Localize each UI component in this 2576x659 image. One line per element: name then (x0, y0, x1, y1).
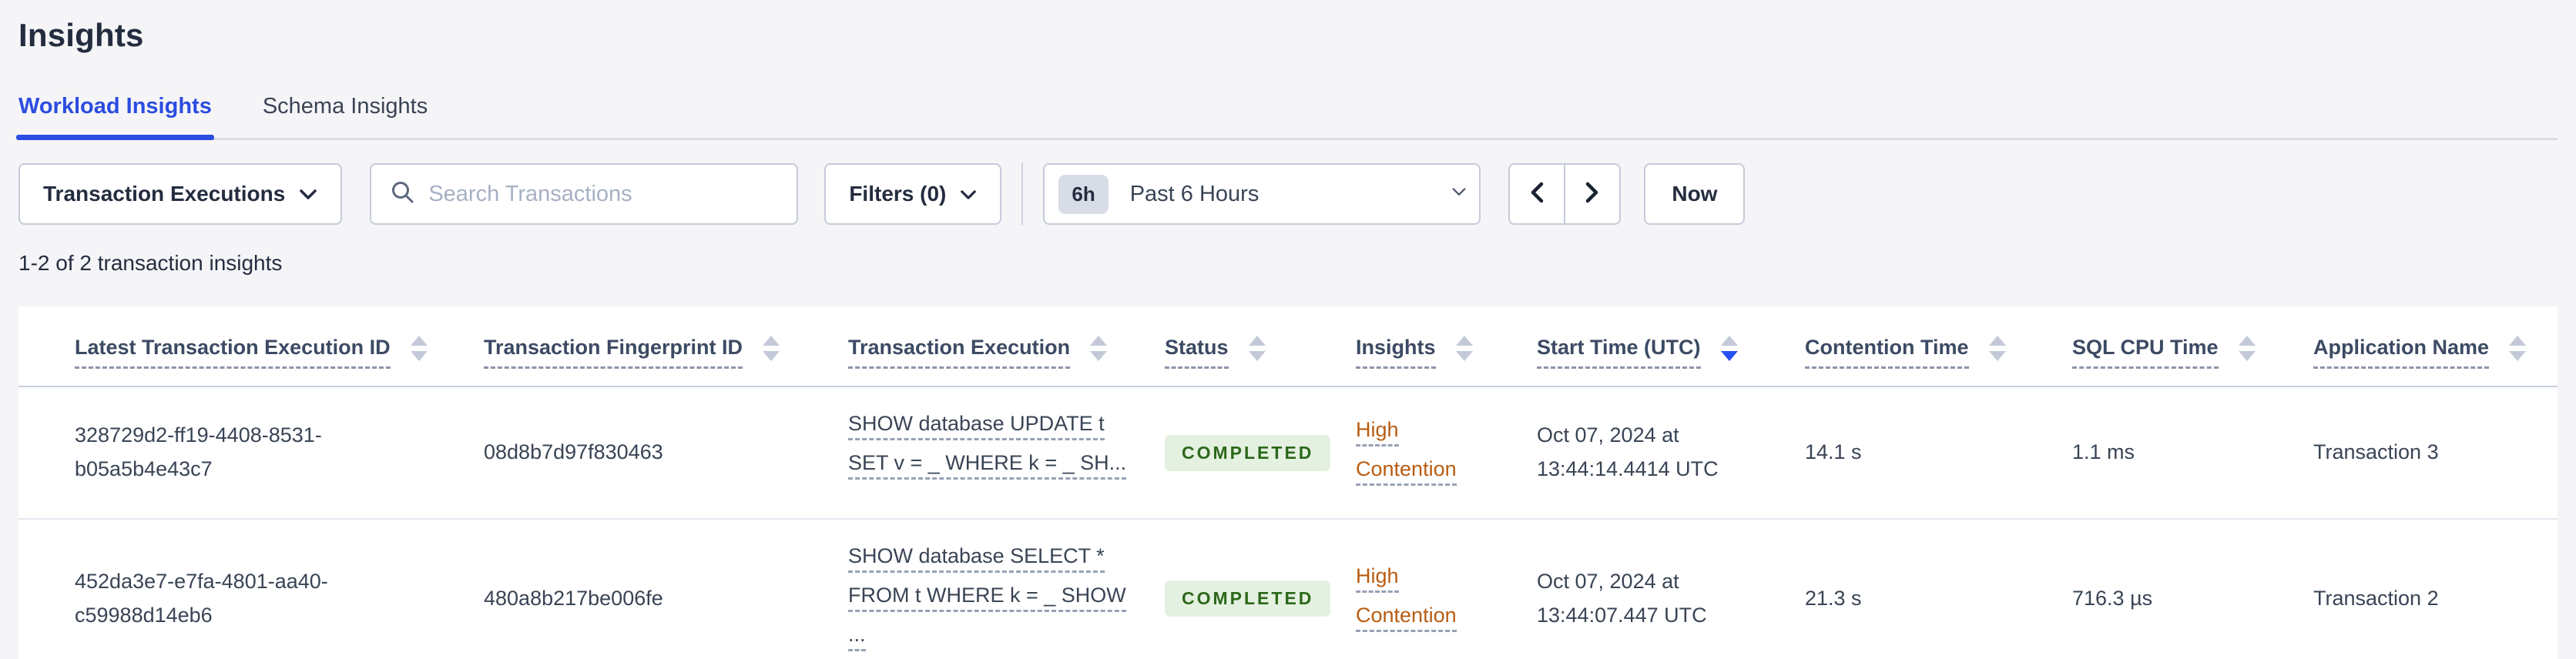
chevron-down-icon (1451, 187, 1467, 201)
sort-icon[interactable] (1455, 336, 1473, 362)
sort-icon[interactable] (2238, 336, 2256, 362)
column-header-label[interactable]: Application Name (2313, 336, 2490, 369)
chevron-down-icon (960, 182, 977, 206)
toolbar: Transaction Executions Filters (0) 6h Pa… (18, 163, 2558, 225)
transaction-fingerprint-id-cell: 08d8b7d97f830463 (484, 386, 848, 520)
page-title: Insights (18, 17, 144, 53)
time-range-picker[interactable]: 6h Past 6 Hours (1043, 163, 1481, 225)
tab-schema-insights-label: Schema Insights (262, 94, 428, 119)
sort-icon[interactable] (2509, 336, 2527, 362)
table-row: 452da3e7-e7fa-4801-aa40-c59988d14eb6 480… (18, 519, 2558, 659)
sort-icon[interactable] (1720, 336, 1738, 362)
status-badge: COMPLETED (1165, 580, 1331, 617)
transaction-fingerprint-id-cell: 480a8b217be006fe (484, 519, 848, 659)
status-badge: COMPLETED (1165, 434, 1331, 471)
insight-link[interactable]: High Contention (1356, 565, 1506, 632)
sort-icon[interactable] (1248, 336, 1266, 362)
time-range-label: Past 6 Hours (1129, 181, 1259, 206)
column-header-transaction-fingerprint-id: Transaction Fingerprint ID (484, 306, 848, 387)
toolbar-divider (1021, 163, 1024, 225)
start-time-cell: Oct 07, 2024 at 13:44:14.4414 UTC (1537, 386, 1805, 520)
search-box[interactable] (370, 163, 799, 225)
contention-time-cell: 14.1 s (1805, 386, 2072, 520)
column-header-insights: Insights (1356, 306, 1537, 387)
transaction-execution-cell: SHOW database SELECT * FROM t WHERE k = … (848, 519, 1165, 659)
filters-dropdown[interactable]: Filters (0) (824, 163, 1002, 225)
status-cell: COMPLETED (1165, 386, 1356, 520)
column-header-sql-cpu-time: SQL CPU Time (2072, 306, 2313, 387)
sort-icon[interactable] (1988, 336, 2006, 362)
sort-icon[interactable] (410, 336, 428, 362)
contention-time-cell: 21.3 s (1805, 519, 2072, 659)
transaction-execution-link[interactable]: SHOW database UPDATE t SET v = _ WHERE k… (848, 413, 1134, 480)
search-icon (390, 179, 416, 209)
column-header-label[interactable]: Insights (1356, 336, 1436, 369)
execution-type-dropdown-label: Transaction Executions (43, 182, 286, 206)
application-name-cell: Transaction 2 (2313, 519, 2558, 659)
insights-table-card: Latest Transaction Execution ID Transact… (18, 306, 2558, 659)
application-name-cell: Transaction 3 (2313, 386, 2558, 520)
tab-schema-insights[interactable]: Schema Insights (263, 94, 428, 138)
column-header-label[interactable]: Transaction Fingerprint ID (484, 336, 743, 369)
insight-link[interactable]: High Contention (1356, 420, 1506, 486)
transaction-execution-cell: SHOW database UPDATE t SET v = _ WHERE k… (848, 386, 1165, 520)
now-button-label: Now (1672, 182, 1718, 206)
column-header-latest-transaction-execution-id: Latest Transaction Execution ID (18, 306, 484, 387)
filters-dropdown-label: Filters (0) (849, 182, 947, 206)
transaction-execution-link[interactable]: SHOW database SELECT * FROM t WHERE k = … (848, 546, 1134, 651)
column-header-label[interactable]: Contention Time (1805, 336, 1969, 369)
insights-table: Latest Transaction Execution ID Transact… (18, 306, 2558, 659)
sort-icon[interactable] (763, 336, 780, 362)
table-header-row: Latest Transaction Execution ID Transact… (18, 306, 2558, 387)
previous-time-range-button[interactable] (1508, 163, 1566, 225)
chevron-down-icon (299, 182, 317, 206)
results-summary: 1-2 of 2 transaction insights (18, 251, 283, 275)
column-header-application-name: Application Name (2313, 306, 2558, 387)
search-input[interactable] (428, 181, 779, 207)
latest-transaction-execution-id-cell: 452da3e7-e7fa-4801-aa40-c59988d14eb6 (18, 519, 484, 659)
execution-type-dropdown[interactable]: Transaction Executions (18, 163, 343, 225)
sql-cpu-time-cell: 1.1 ms (2072, 386, 2313, 520)
column-header-transaction-execution: Transaction Execution (848, 306, 1165, 387)
column-header-label[interactable]: Latest Transaction Execution ID (75, 336, 391, 369)
table-row: 328729d2-ff19-4408-8531-b05a5b4e43c7 08d… (18, 386, 2558, 520)
status-cell: COMPLETED (1165, 519, 1356, 659)
column-header-label[interactable]: Status (1165, 336, 1229, 369)
tab-workload-insights[interactable]: Workload Insights (16, 94, 214, 140)
sort-icon[interactable] (1090, 336, 1108, 362)
start-time-cell: Oct 07, 2024 at 13:44:07.447 UTC (1537, 519, 1805, 659)
next-time-range-button[interactable] (1564, 163, 1622, 225)
insights-cell: High Contention (1356, 519, 1537, 659)
sql-cpu-time-cell: 716.3 µs (2072, 519, 2313, 659)
latest-transaction-execution-id-cell: 328729d2-ff19-4408-8531-b05a5b4e43c7 (18, 386, 484, 520)
insights-cell: High Contention (1356, 386, 1537, 520)
column-header-start-time-utc: Start Time (UTC) (1537, 306, 1805, 387)
time-nav-group (1508, 163, 1622, 225)
now-button[interactable]: Now (1644, 163, 1746, 225)
chevron-right-icon (1585, 182, 1599, 207)
time-range-badge: 6h (1058, 174, 1109, 214)
column-header-label[interactable]: Start Time (UTC) (1537, 336, 1701, 369)
tab-workload-insights-label: Workload Insights (18, 94, 212, 119)
column-header-contention-time: Contention Time (1805, 306, 2072, 387)
chevron-left-icon (1530, 182, 1544, 207)
tab-bar: Workload Insights Schema Insights (16, 94, 2558, 140)
column-header-status: Status (1165, 306, 1356, 387)
column-header-label[interactable]: Transaction Execution (848, 336, 1071, 369)
column-header-label[interactable]: SQL CPU Time (2072, 336, 2219, 369)
insights-page: Insights Workload Insights Schema Insigh… (0, 0, 2576, 659)
